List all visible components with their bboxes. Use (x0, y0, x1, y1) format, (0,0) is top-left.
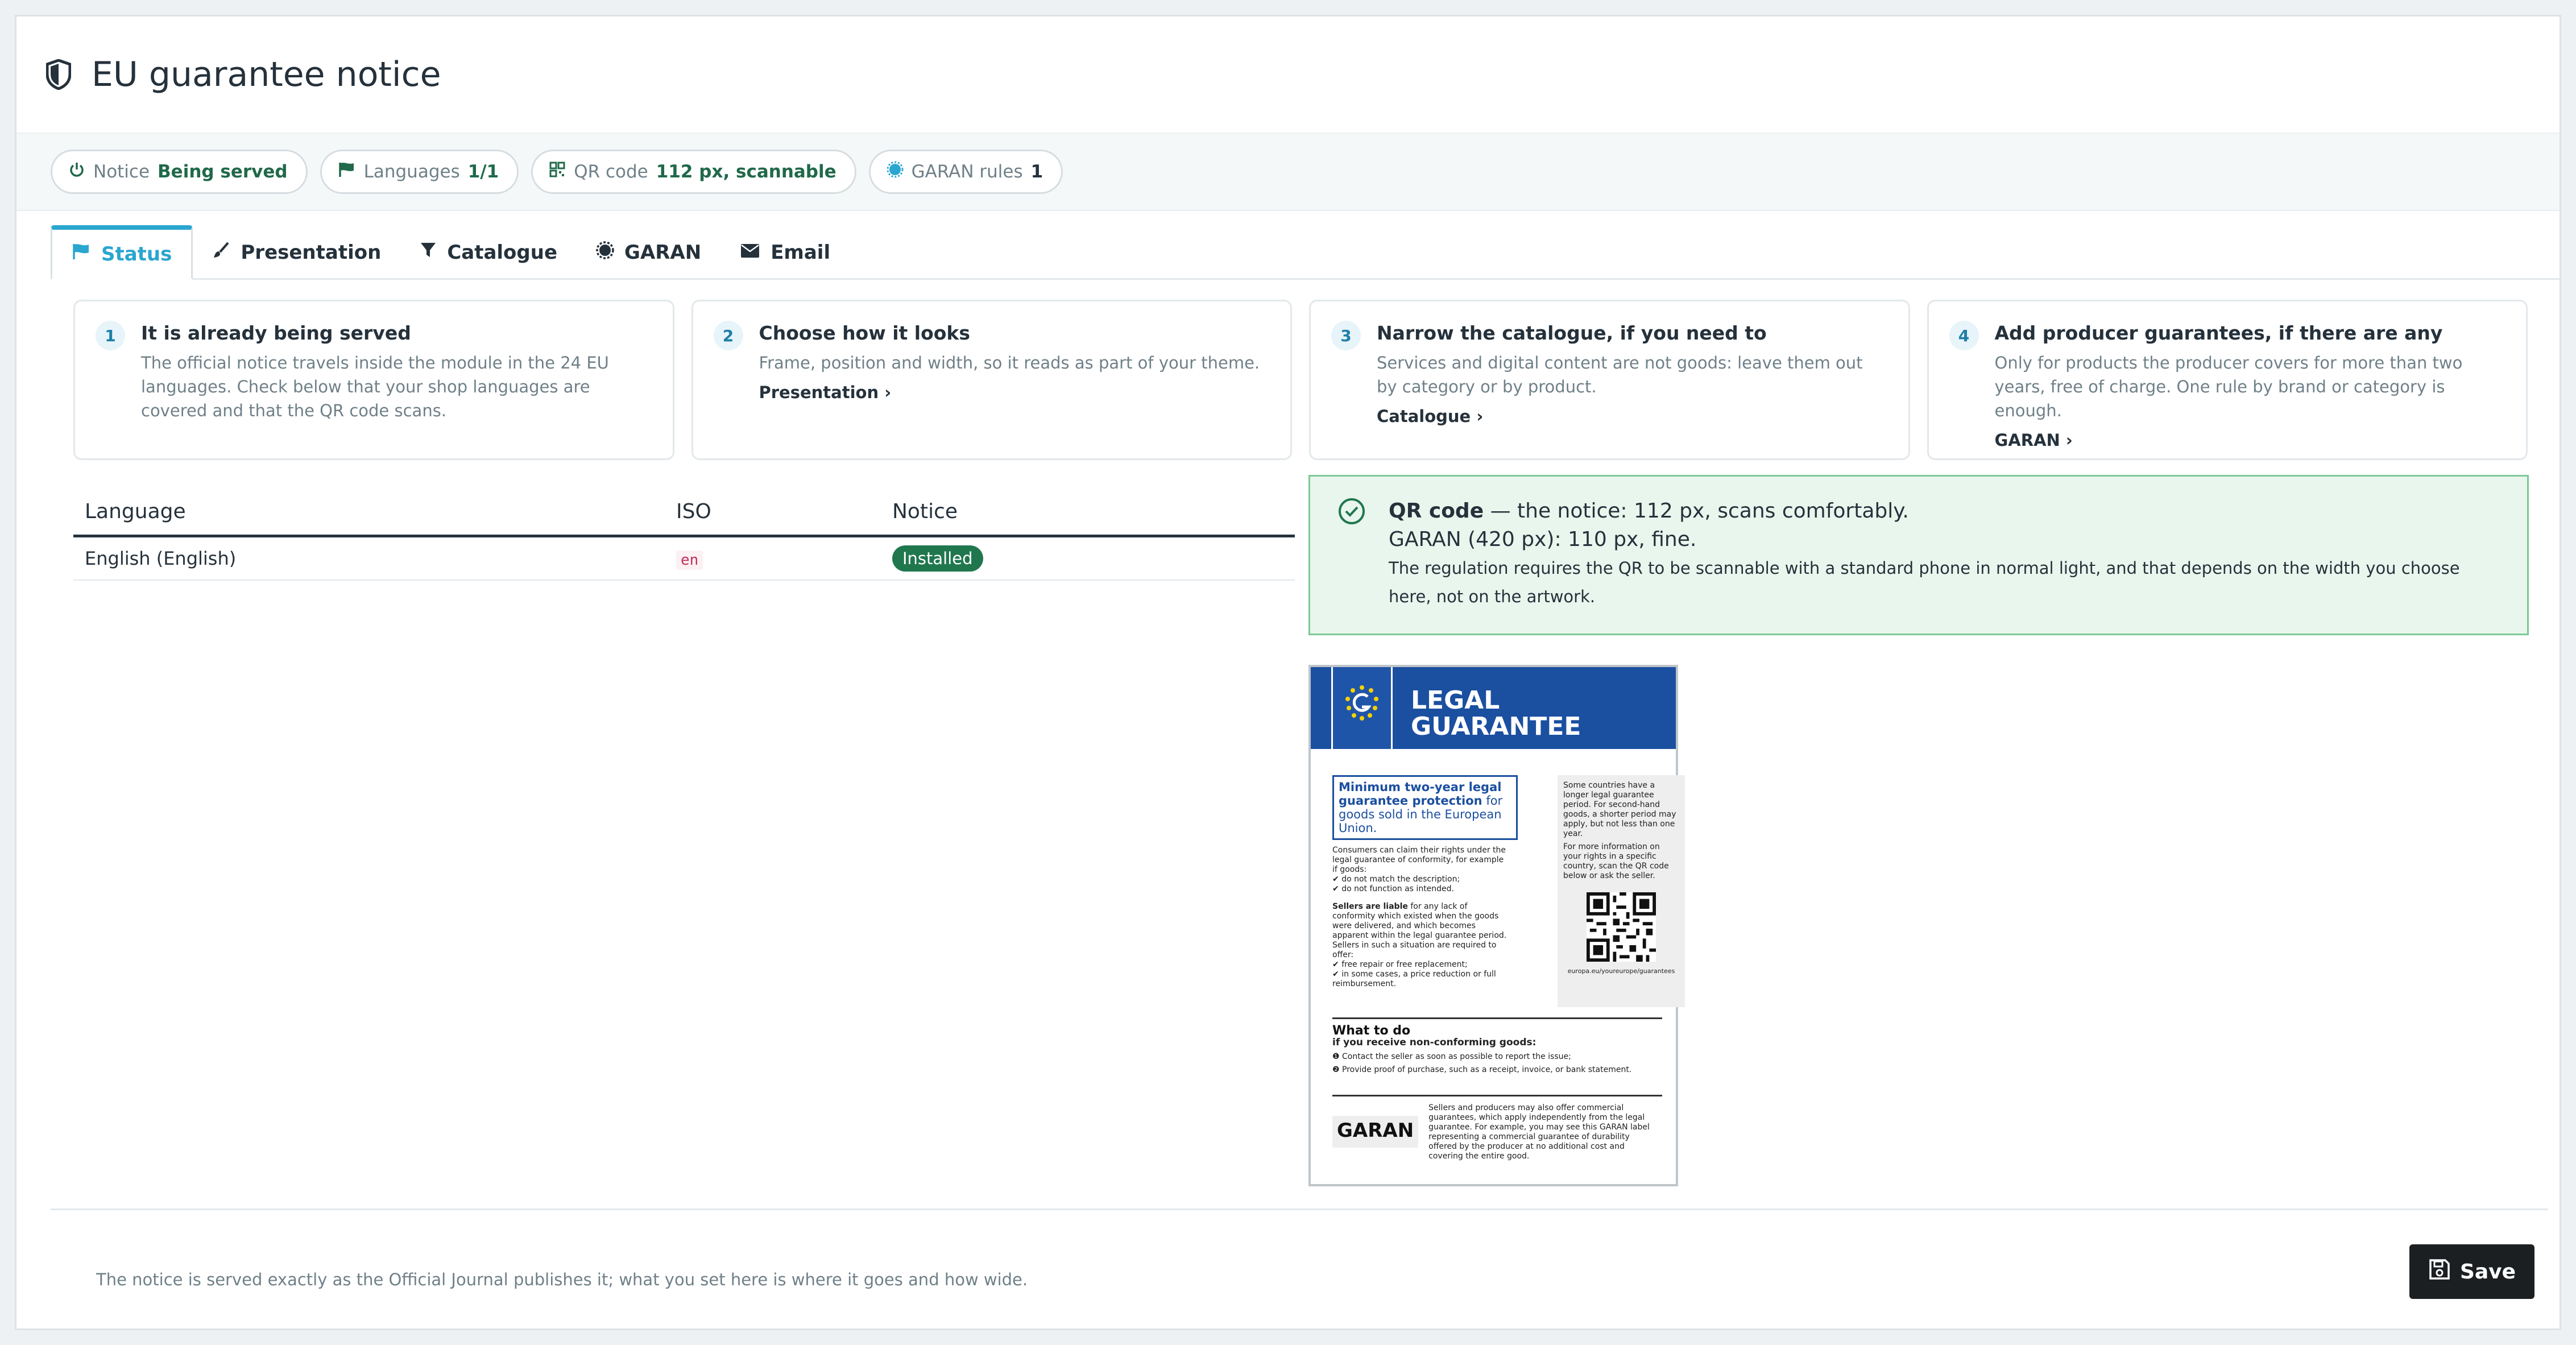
kpi-value: 112 px, scannable (656, 162, 836, 182)
column-header-language: Language (73, 489, 665, 537)
check-circle-icon (1337, 497, 1366, 613)
filter-icon (420, 241, 437, 264)
page-title: EU guarantee notice (92, 55, 441, 94)
status-badge: Installed (892, 545, 983, 572)
poster-bullet: ✔ in some cases, a price reduction or fu… (1332, 970, 1496, 988)
notice-panel: EU guarantee notice Notice Being served … (15, 15, 2561, 1330)
kpi-value: 1/1 (467, 162, 499, 182)
tab-label: Email (771, 241, 831, 264)
kpi-label: QR code (574, 162, 648, 182)
eu-guarantee-logo (1331, 667, 1393, 749)
step-number: 3 (1331, 321, 1361, 350)
setup-steps: 1 It is already being served The officia… (73, 300, 2528, 460)
footer: The notice is served exactly as the Offi… (51, 1209, 2548, 1324)
poster-sidebar: Some countries have a longer legal guara… (1558, 775, 1685, 1007)
poster-heading-1: LEGAL (1411, 686, 1500, 715)
tab-garan[interactable]: GARAN (577, 227, 720, 278)
tab-label: Status (101, 242, 172, 266)
qr-check-alert: QR code — the notice: 112 px, scans comf… (1308, 475, 2529, 635)
step-card: 4 Add producer guarantees, if there are … (1927, 300, 2528, 460)
poster-consumers: Consumers can claim their rights under t… (1332, 846, 1506, 874)
flag-icon (338, 161, 356, 183)
garan-label-logo: GARAN (1332, 1116, 1419, 1148)
tab-presentation[interactable]: Presentation (193, 227, 400, 278)
iso-code: en (676, 551, 703, 570)
step-card: 1 It is already being served The officia… (73, 300, 674, 460)
badge-seal-icon (887, 161, 904, 183)
tab-email[interactable]: Email (720, 227, 850, 278)
poster-garan-section: GARAN Sellers and producers may also off… (1332, 1095, 1662, 1161)
footer-note: The notice is served exactly as the Offi… (96, 1270, 1028, 1289)
tab-label: Catalogue (447, 241, 558, 264)
step-text: Frame, position and width, so it reads a… (759, 353, 1260, 373)
step-title: It is already being served (141, 322, 411, 344)
kpi-garan: GARAN rules 1 (868, 150, 1063, 194)
language-cell: English (English) (73, 536, 665, 581)
shield-icon (46, 59, 71, 90)
page-header: EU guarantee notice (16, 16, 2560, 133)
garan-link[interactable]: GARAN › (1995, 431, 2504, 450)
tab-label: Presentation (241, 241, 382, 264)
step-title: Add producer guarantees, if there are an… (1994, 322, 2443, 344)
column-header-iso: ISO (665, 489, 881, 537)
alert-line2: GARAN (420 px): 110 px, fine. (1389, 528, 1697, 551)
language-table: Language ISO Notice English (English) en… (73, 489, 1295, 581)
step-title: Narrow the catalogue, if you need to (1377, 322, 1767, 344)
alert-line3: The regulation requires the QR to be sca… (1389, 558, 2460, 606)
kpi-label: GARAN rules (911, 162, 1023, 182)
notice-preview: LEGAL GUARANTEE Minimum two-year legal g… (1308, 665, 1685, 1186)
kpi-languages: Languages 1/1 (320, 150, 519, 194)
step-number: 1 (96, 321, 125, 350)
step-number: 4 (1949, 321, 1979, 350)
save-label: Save (2459, 1260, 2516, 1284)
tab-bar: Status Presentation Catalogue GARAN Emai… (51, 221, 2560, 280)
power-icon (68, 161, 85, 183)
step-title: Choose how it looks (759, 322, 971, 344)
poster-sellers: Sellers are liable for any lack of confo… (1332, 902, 1507, 959)
kpi-value: 1 (1030, 162, 1043, 182)
envelope-icon (740, 241, 760, 264)
step-card: 2 Choose how it looks Frame, position an… (691, 300, 1292, 460)
alert-strong: QR code (1389, 499, 1484, 523)
step-text: The official notice travels inside the m… (141, 353, 609, 420)
kpi-label: Languages (363, 162, 460, 182)
brush-icon (212, 241, 230, 264)
tab-status[interactable]: Status (51, 225, 193, 280)
kpi-qr: QR code 112 px, scannable (531, 150, 856, 194)
flag-icon (72, 242, 91, 266)
step-text: Services and digital content are not goo… (1377, 353, 1863, 396)
save-button[interactable]: Save (2409, 1244, 2534, 1299)
qr-code-image (1587, 892, 1656, 962)
badge-seal-icon (596, 241, 614, 264)
kpi-notice: Notice Being served (51, 150, 308, 194)
poster-intro-box: Minimum two-year legal guarantee protect… (1332, 775, 1518, 840)
step-text: Only for products the producer covers fo… (1994, 353, 2463, 420)
step-card: 3 Narrow the catalogue, if you need to S… (1309, 300, 1910, 460)
qr-code-icon (549, 161, 566, 183)
catalogue-link[interactable]: Catalogue › (1377, 407, 1886, 426)
kpi-label: Notice (93, 162, 150, 182)
floppy-disk-icon (2428, 1258, 2451, 1286)
status-pills: Notice Being served Languages 1/1 QR cod… (16, 133, 2560, 211)
presentation-link[interactable]: Presentation › (759, 383, 1260, 402)
alert-line1: — the notice: 112 px, scans comfortably. (1484, 499, 1909, 523)
poster-heading-2: GUARANTEE (1411, 712, 1581, 741)
table-row: English (English) en Installed (73, 536, 1295, 581)
tab-label: GARAN (624, 241, 702, 264)
step-number: 2 (713, 321, 743, 350)
kpi-value: Being served (158, 162, 288, 182)
tab-catalogue[interactable]: Catalogue (400, 227, 577, 278)
poster-what-to-do: What to do if you receive non-conforming… (1332, 1017, 1662, 1075)
column-header-notice: Notice (881, 489, 1295, 537)
poster-url: europa.eu/youreurope/guarantees (1567, 967, 1675, 975)
